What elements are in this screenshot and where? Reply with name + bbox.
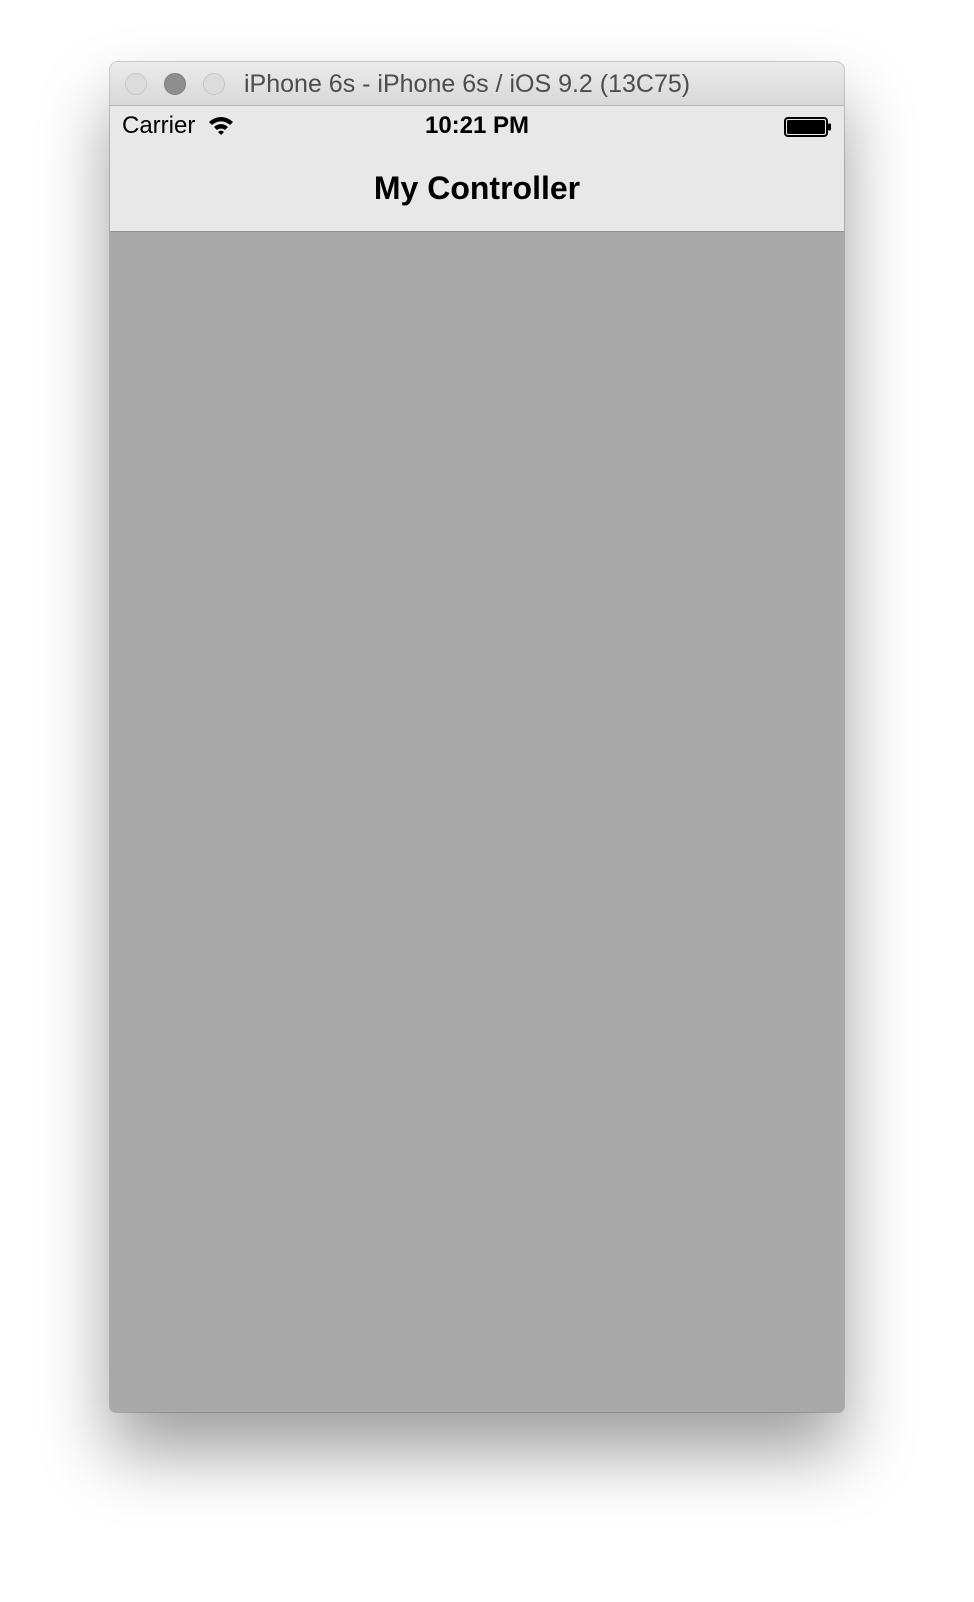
window-titlebar[interactable]: iPhone 6s - iPhone 6s / iOS 9.2 (13C75) (110, 62, 844, 106)
nav-title: My Controller (373, 170, 581, 206)
minimize-button[interactable] (164, 73, 186, 95)
desktop-background: iPhone 6s - iPhone 6s / iOS 9.2 (13C75) … (0, 0, 974, 1602)
simulator-window: iPhone 6s - iPhone 6s / iOS 9.2 (13C75) … (110, 62, 844, 1412)
content-view (110, 232, 844, 1412)
close-button[interactable] (125, 73, 147, 95)
device-screen: Carrier 10:21 PM My Controller (110, 106, 844, 1412)
zoom-button[interactable] (203, 73, 225, 95)
status-time: 10:21 PM (424, 112, 530, 139)
battery-icon (784, 117, 831, 137)
window-title: iPhone 6s - iPhone 6s / iOS 9.2 (13C75) (244, 70, 691, 98)
navigation-bar: Carrier 10:21 PM My Controller (110, 106, 844, 232)
